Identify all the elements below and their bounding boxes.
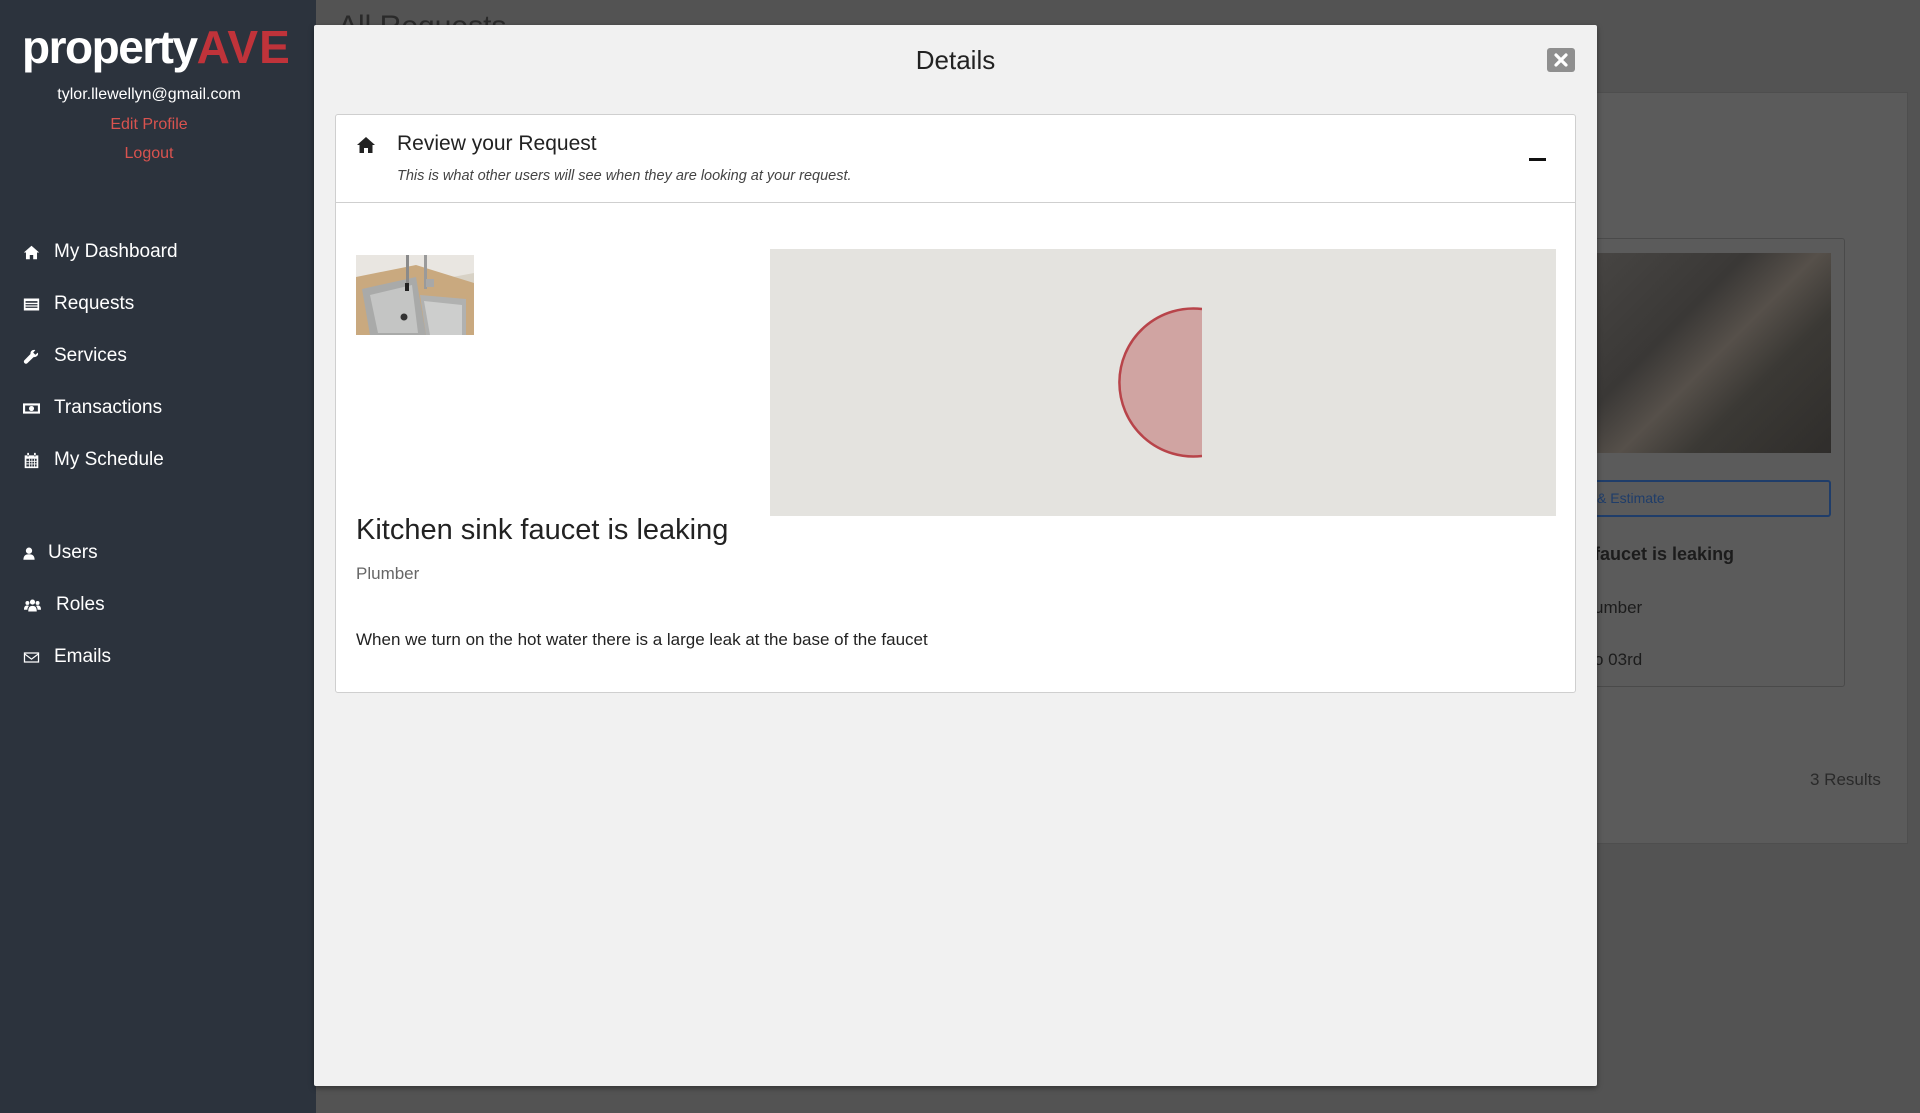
minus-icon [1529, 158, 1546, 161]
request-card-title: faucet is leaking [1594, 544, 1735, 564]
money-icon [22, 399, 40, 417]
sidebar-item-label: Services [54, 345, 127, 366]
wrench-icon [22, 347, 40, 365]
location-radius-marker [1118, 307, 1203, 458]
modal-title: Details [915, 45, 996, 75]
sidebar-item-label: Transactions [54, 397, 163, 418]
sidebar-item-requests[interactable]: Requests [22, 289, 134, 319]
logout-link[interactable]: Logout [0, 145, 298, 163]
sidebar-item-emails[interactable]: Emails [22, 642, 111, 672]
user-email: tylor.llewellyn@gmail.com [57, 86, 241, 103]
collapse-button[interactable] [1529, 153, 1547, 165]
sidebar-item-roles[interactable]: Roles [22, 590, 105, 620]
sidebar-item-label: My Schedule [54, 449, 164, 470]
estimate-button[interactable]: & Estimate [1560, 480, 1831, 517]
card-subtitle: This is what other users will see when t… [397, 168, 852, 184]
users-icon [22, 596, 42, 614]
card-title: Review your Request [397, 132, 597, 155]
list-icon [22, 295, 40, 313]
close-icon [1554, 53, 1568, 67]
review-request-card: Review your Request This is what other u… [335, 114, 1576, 693]
logo-text-property: property [22, 21, 198, 73]
calendar-icon [22, 451, 40, 469]
sidebar-item-users[interactable]: Users [22, 538, 98, 568]
sidebar-item-my-dashboard[interactable]: My Dashboard [22, 237, 178, 267]
close-button[interactable] [1547, 48, 1575, 72]
logo-text-ave: AVE [196, 21, 291, 73]
sidebar-item-label: Users [48, 542, 98, 563]
logo[interactable]: propertyAVE [22, 21, 290, 73]
envelope-icon [22, 648, 40, 666]
sidebar-item-my-schedule[interactable]: My Schedule [22, 445, 164, 475]
request-title: Kitchen sink faucet is leaking [356, 514, 729, 546]
sidebar-item-label: My Dashboard [54, 241, 178, 262]
results-count: 3 Results [1810, 770, 1881, 789]
request-description: When we turn on the hot water there is a… [356, 630, 928, 649]
home-icon [22, 243, 40, 261]
sidebar-item-transactions[interactable]: Transactions [22, 393, 162, 423]
edit-profile-link[interactable]: Edit Profile [0, 116, 298, 134]
request-card-photo [1560, 253, 1831, 453]
sidebar-item-label: Requests [54, 293, 135, 314]
location-map[interactable] [770, 249, 1556, 516]
sidebar-item-label: Roles [56, 594, 105, 615]
sidebar-item-services[interactable]: Services [22, 341, 127, 371]
home-icon [356, 135, 376, 155]
request-card-category: umber [1594, 598, 1643, 617]
details-modal: Details Review your Request This is what… [314, 25, 1597, 1086]
request-card-date: o 03rd [1594, 650, 1643, 669]
request-photo-thumbnail[interactable] [356, 255, 474, 335]
sink-photo [356, 255, 474, 335]
sidebar-item-label: Emails [54, 646, 112, 667]
user-icon [22, 544, 36, 562]
request-category: Plumber [356, 564, 420, 583]
map-canvas [1118, 299, 1208, 469]
sidebar: propertyAVE tylor.llewellyn@gmail.com Ed… [0, 0, 316, 1113]
card-header: Review your Request This is what other u… [336, 115, 1575, 203]
